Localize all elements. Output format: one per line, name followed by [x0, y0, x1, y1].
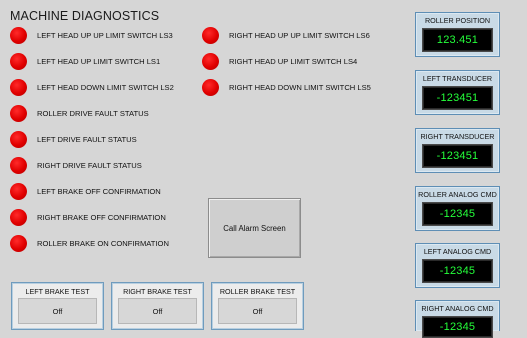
- roller-brake-test-button[interactable]: ROLLER BRAKE TEST Off: [211, 282, 304, 330]
- status-led-icon: [10, 104, 27, 122]
- left-transducer-display: LEFT TRANSDUCER -123451: [415, 70, 500, 115]
- indicator-label: RIGHT HEAD UP LIMIT SWITCH LS4: [229, 56, 358, 66]
- status-led-icon: [10, 156, 27, 174]
- status-led-icon: [202, 26, 219, 44]
- status-led-icon: [10, 208, 27, 226]
- left-brake-test-title: LEFT BRAKE TEST: [25, 287, 90, 296]
- right-transducer-display: RIGHT TRANSDUCER -123451: [415, 128, 500, 173]
- roller-analog-cmd-title: ROLLER ANALOG CMD: [418, 190, 497, 199]
- indicator-label: LEFT BRAKE OFF CONFIRMATION: [37, 186, 161, 196]
- status-led-icon: [10, 234, 27, 252]
- indicator-left-head-down-limit-ls2: LEFT HEAD DOWN LIMIT SWITCH LS2: [10, 78, 174, 96]
- roller-analog-cmd-display: ROLLER ANALOG CMD -12345: [415, 186, 500, 231]
- indicator-label: LEFT HEAD UP UP LIMIT SWITCH LS3: [37, 30, 173, 40]
- indicator-left-drive-fault: LEFT DRIVE FAULT STATUS: [10, 130, 137, 148]
- status-led-icon: [10, 130, 27, 148]
- indicator-label: ROLLER DRIVE FAULT STATUS: [37, 108, 149, 118]
- status-led-icon: [10, 52, 27, 70]
- left-brake-test-state: Off: [18, 298, 97, 324]
- indicator-label: RIGHT BRAKE OFF CONFIRMATION: [37, 212, 166, 222]
- indicator-label: LEFT HEAD DOWN LIMIT SWITCH LS2: [37, 82, 174, 92]
- roller-position-title: ROLLER POSITION: [424, 16, 491, 25]
- right-analog-cmd-value: -12345: [422, 316, 493, 338]
- indicator-right-head-up-limit-ls4: RIGHT HEAD UP LIMIT SWITCH LS4: [202, 52, 357, 70]
- left-brake-test-button[interactable]: LEFT BRAKE TEST Off: [11, 282, 104, 330]
- indicator-right-head-up-up-limit-ls6: RIGHT HEAD UP UP LIMIT SWITCH LS6: [202, 26, 370, 44]
- indicator-right-drive-fault: RIGHT DRIVE FAULT STATUS: [10, 156, 142, 174]
- status-led-icon: [202, 52, 219, 70]
- status-led-icon: [202, 78, 219, 96]
- right-brake-test-state: Off: [118, 298, 197, 324]
- right-brake-test-button[interactable]: RIGHT BRAKE TEST Off: [111, 282, 204, 330]
- indicator-label: RIGHT HEAD UP UP LIMIT SWITCH LS6: [229, 30, 370, 40]
- indicator-label: ROLLER BRAKE ON CONFIRMATION: [37, 238, 169, 248]
- roller-position-value: 123.451: [422, 28, 493, 52]
- roller-brake-test-title: ROLLER BRAKE TEST: [219, 287, 296, 296]
- right-analog-cmd-title: RIGHT ANALOG CMD: [421, 304, 494, 313]
- left-analog-cmd-title: LEFT ANALOG CMD: [423, 247, 492, 256]
- indicator-left-brake-off-confirmation: LEFT BRAKE OFF CONFIRMATION: [10, 182, 161, 200]
- indicator-label: RIGHT DRIVE FAULT STATUS: [37, 160, 142, 170]
- indicator-left-head-up-up-limit-ls3: LEFT HEAD UP UP LIMIT SWITCH LS3: [10, 26, 173, 44]
- indicator-label: LEFT HEAD UP LIMIT SWITCH LS1: [37, 56, 161, 66]
- indicator-label: LEFT DRIVE FAULT STATUS: [37, 134, 137, 144]
- left-transducer-value: -123451: [422, 86, 493, 110]
- indicator-roller-brake-on-confirmation: ROLLER BRAKE ON CONFIRMATION: [10, 234, 169, 252]
- status-led-icon: [10, 182, 27, 200]
- right-transducer-value: -123451: [422, 144, 493, 168]
- indicator-roller-drive-fault: ROLLER DRIVE FAULT STATUS: [10, 104, 149, 122]
- call-alarm-screen-button[interactable]: Call Alarm Screen: [208, 198, 301, 258]
- roller-analog-cmd-value: -12345: [422, 202, 493, 226]
- right-brake-test-title: RIGHT BRAKE TEST: [123, 287, 192, 296]
- right-analog-cmd-display: RIGHT ANALOG CMD -12345: [415, 300, 500, 338]
- roller-brake-test-state: Off: [218, 298, 297, 324]
- indicator-label: RIGHT HEAD DOWN LIMIT SWITCH LS5: [229, 82, 371, 92]
- left-transducer-title: LEFT TRANSDUCER: [422, 74, 493, 83]
- left-analog-cmd-value: -12345: [422, 259, 493, 283]
- right-transducer-title: RIGHT TRANSDUCER: [420, 132, 495, 141]
- indicator-right-brake-off-confirmation: RIGHT BRAKE OFF CONFIRMATION: [10, 208, 166, 226]
- page-title: MACHINE DIAGNOSTICS: [10, 9, 160, 23]
- status-led-icon: [10, 26, 27, 44]
- roller-position-display: ROLLER POSITION 123.451: [415, 12, 500, 57]
- indicator-left-head-up-limit-ls1: LEFT HEAD UP LIMIT SWITCH LS1: [10, 52, 160, 70]
- left-analog-cmd-display: LEFT ANALOG CMD -12345: [415, 243, 500, 288]
- status-led-icon: [10, 78, 27, 96]
- indicator-right-head-down-limit-ls5: RIGHT HEAD DOWN LIMIT SWITCH LS5: [202, 78, 371, 96]
